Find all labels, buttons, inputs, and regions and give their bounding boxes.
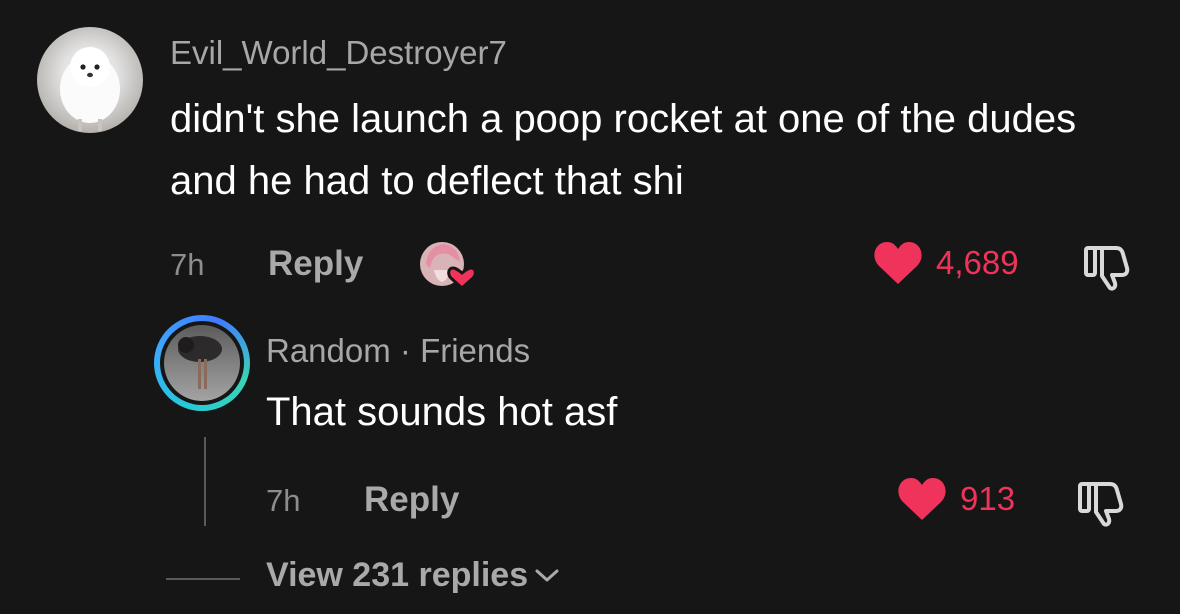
separator-dot: ·	[399, 332, 411, 369]
avatar[interactable]	[37, 27, 143, 133]
reply-text: That sounds hot asf	[266, 390, 618, 434]
comment-timestamp: 7h	[170, 247, 205, 282]
reply-reply-button[interactable]: Reply	[364, 480, 459, 520]
reply-timestamp: 7h	[266, 483, 301, 518]
reply-username[interactable]: Random	[266, 332, 391, 369]
heart-icon[interactable]	[872, 240, 924, 286]
reply-button[interactable]: Reply	[268, 244, 363, 284]
reply-like-group[interactable]: 913	[896, 476, 1015, 522]
creator-liked-heart-icon	[418, 240, 477, 292]
heart-icon[interactable]	[896, 476, 948, 522]
like-count: 4,689	[936, 244, 1019, 281]
view-replies-label: View 231 replies	[266, 556, 529, 594]
reply-dislike-icon[interactable]	[1076, 476, 1128, 533]
friends-badge: Friends	[420, 332, 531, 369]
view-replies-divider	[166, 578, 240, 580]
reply-avatar[interactable]	[154, 315, 250, 411]
reply-username-line: Random · Friends	[266, 332, 530, 370]
comment-text: didn't she launch a poop rocket at one o…	[170, 97, 1077, 203]
reply-like-count: 913	[960, 480, 1016, 517]
comment-username[interactable]: Evil_World_Destroyer7	[170, 34, 507, 72]
chevron-down-icon	[535, 569, 559, 581]
view-replies-button[interactable]: View 231 replies	[266, 556, 560, 595]
thread-line	[204, 437, 206, 526]
bird-avatar-image	[178, 336, 222, 389]
dislike-icon[interactable]	[1082, 240, 1134, 297]
dog-avatar-image	[60, 47, 120, 131]
like-group[interactable]: 4,689	[872, 240, 1019, 286]
